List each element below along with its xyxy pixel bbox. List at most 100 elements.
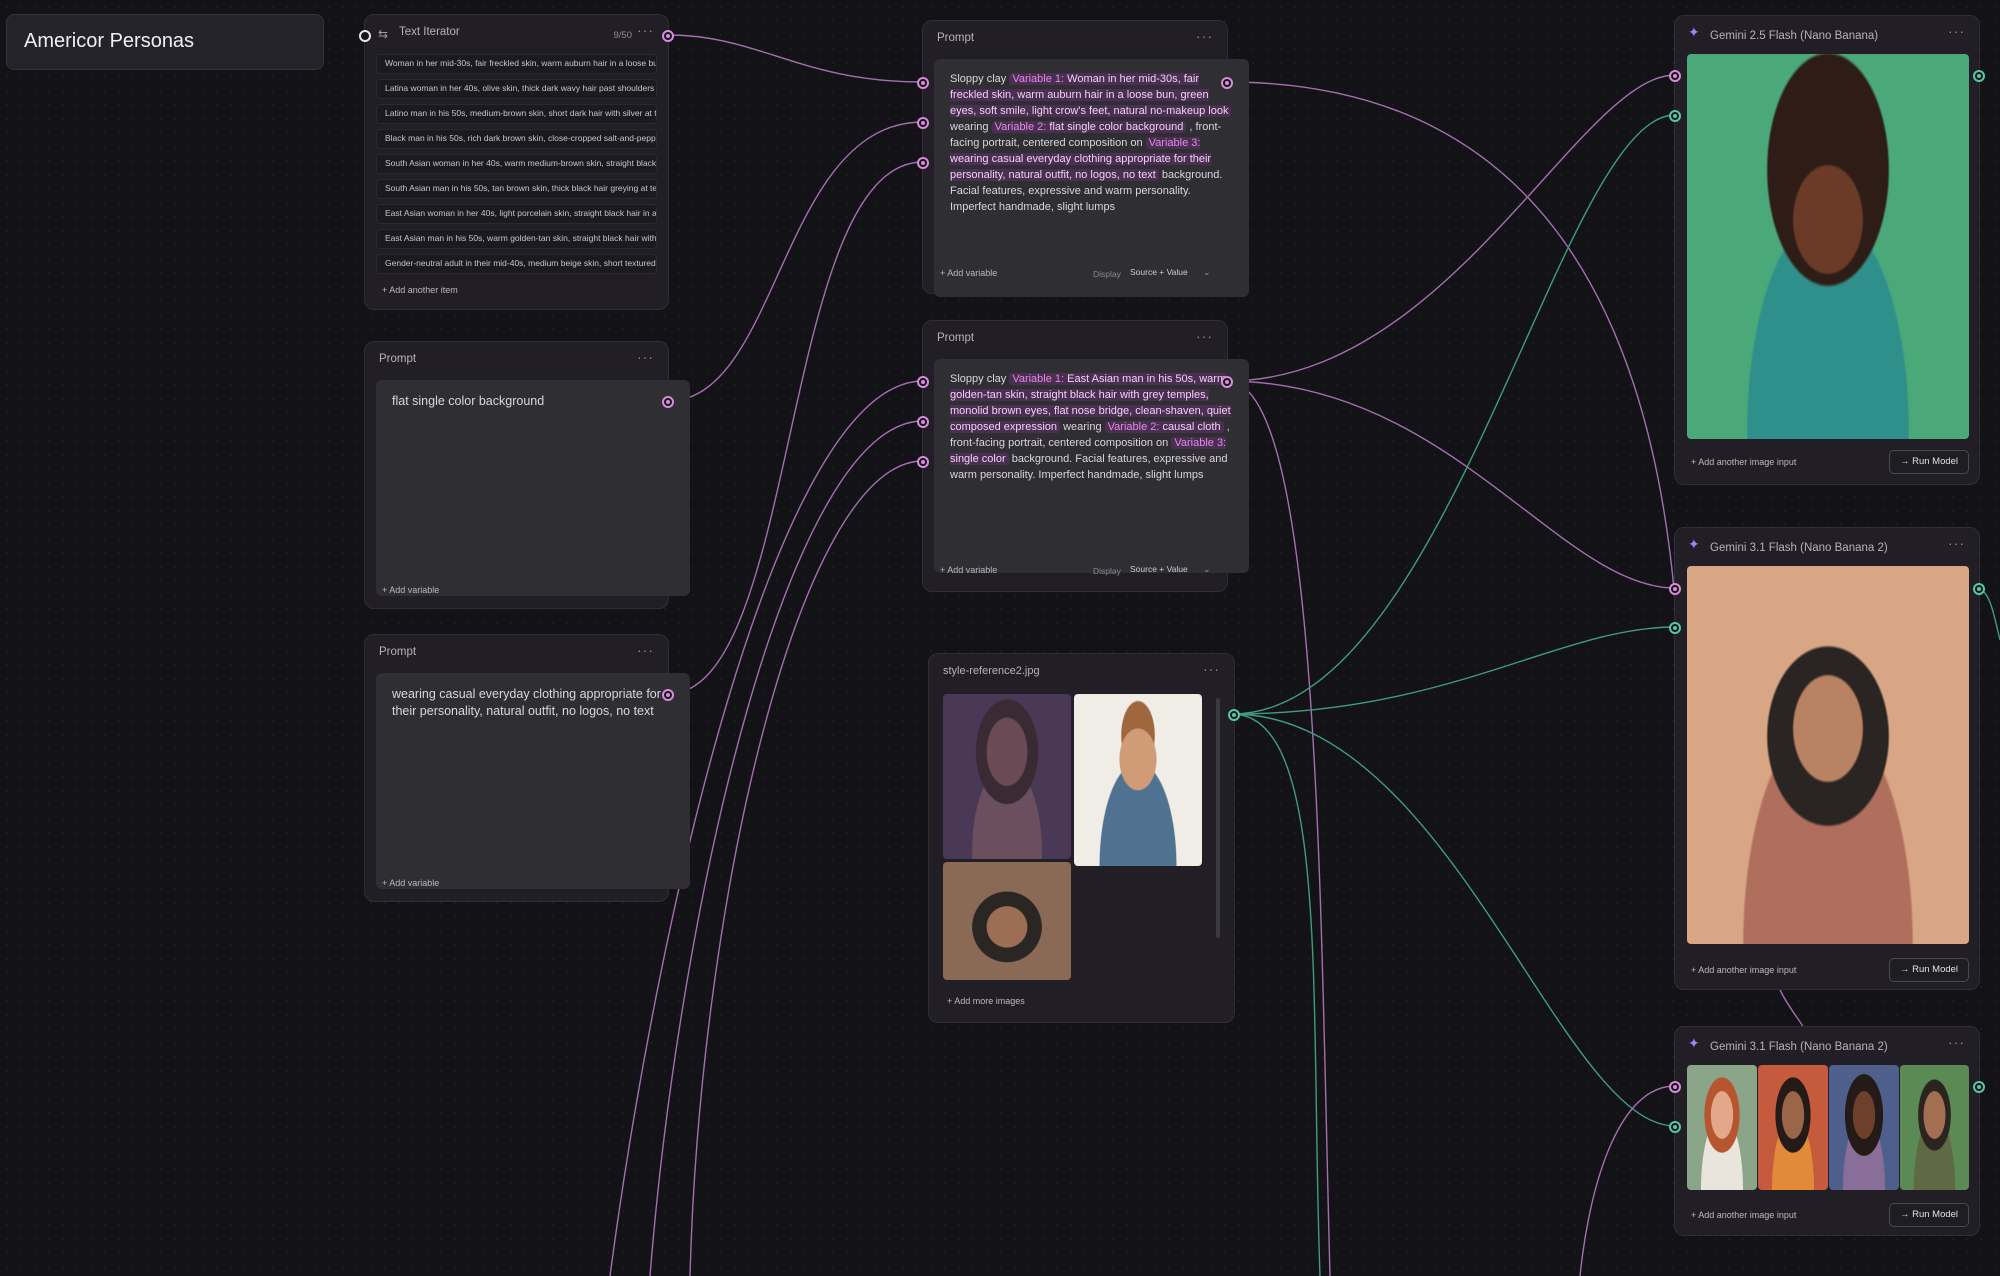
prompt-text-area[interactable]: flat single color background bbox=[376, 380, 690, 596]
more-options-icon[interactable]: ··· bbox=[1196, 28, 1213, 44]
prompt-output-port[interactable] bbox=[662, 396, 674, 408]
prompt-segment: wearing bbox=[1060, 421, 1105, 433]
wire bbox=[1579, 1085, 1676, 1276]
prompt-output-port[interactable] bbox=[1221, 77, 1233, 89]
list-item[interactable]: South Asian woman in her 40s, warm mediu… bbox=[376, 154, 657, 174]
generated-image[interactable] bbox=[1758, 1065, 1828, 1190]
generated-image[interactable] bbox=[1687, 566, 1969, 944]
prompt-node-main-1[interactable]: Prompt ··· Sloppy clay Variable 1: Woman… bbox=[917, 20, 1249, 297]
wire bbox=[1977, 588, 2000, 641]
more-options-icon[interactable]: ··· bbox=[1196, 328, 1213, 344]
generated-image[interactable] bbox=[1900, 1065, 1969, 1190]
node-title: Prompt bbox=[379, 646, 417, 658]
more-options-icon[interactable]: ··· bbox=[1948, 535, 1965, 551]
prompt-input-port[interactable] bbox=[1669, 583, 1681, 595]
prompt-input-port[interactable] bbox=[1669, 70, 1681, 82]
image-output-port[interactable] bbox=[1973, 1081, 1985, 1093]
iterator-output-port[interactable] bbox=[662, 30, 674, 42]
add-images-button[interactable]: + Add more images bbox=[947, 996, 1025, 1006]
wire bbox=[667, 161, 924, 695]
variable-3-input-port[interactable] bbox=[917, 456, 929, 468]
node-title: Prompt bbox=[379, 353, 417, 365]
wire bbox=[1231, 626, 1676, 715]
run-model-button[interactable]: → Run Model bbox=[1889, 1203, 1969, 1227]
wire bbox=[667, 34, 924, 83]
image-input-port[interactable] bbox=[1669, 1121, 1681, 1133]
list-item[interactable]: East Asian man in his 50s, warm golden-t… bbox=[376, 229, 657, 249]
more-options-icon[interactable]: ··· bbox=[637, 642, 654, 658]
chevron-down-icon[interactable]: ⌄ bbox=[1203, 564, 1211, 575]
add-item-button[interactable]: + Add another item bbox=[382, 285, 458, 295]
node-title: Gemini 3.1 Flash (Nano Banana 2) bbox=[1710, 542, 1888, 554]
text-iterator-node[interactable]: ⇆ Text Iterator 9/50 ··· Woman in her mi… bbox=[359, 14, 674, 310]
wire bbox=[1231, 114, 1676, 715]
arrow-right-icon: → bbox=[1899, 964, 1913, 975]
prompt-text-area[interactable]: Sloppy clay Variable 1: East Asian man i… bbox=[934, 359, 1249, 573]
wire bbox=[1226, 74, 1676, 382]
list-item[interactable]: Latino man in his 50s, medium-brown skin… bbox=[376, 104, 657, 124]
variable-3-input-port[interactable] bbox=[917, 157, 929, 169]
generated-image[interactable] bbox=[1829, 1065, 1899, 1190]
list-item[interactable]: South Asian man in his 50s, tan brown sk… bbox=[376, 179, 657, 199]
run-model-button[interactable]: → Run Model bbox=[1889, 450, 1969, 474]
prompt-segment: Sloppy clay bbox=[950, 373, 1010, 385]
variable-1-input-port[interactable] bbox=[917, 376, 929, 388]
scrollbar[interactable] bbox=[1216, 698, 1220, 938]
model-node-1[interactable]: ✦ Gemini 2.5 Flash (Nano Banana) ··· + A… bbox=[1669, 15, 1985, 485]
list-item[interactable]: Gender-neutral adult in their mid-40s, m… bbox=[376, 254, 657, 274]
prompt-input-port[interactable] bbox=[1669, 1081, 1681, 1093]
add-image-input-button[interactable]: + Add another image input bbox=[1691, 457, 1796, 467]
reference-image-2[interactable] bbox=[1074, 694, 1202, 866]
image-output-port[interactable] bbox=[1973, 70, 1985, 82]
model-node-2[interactable]: ✦ Gemini 3.1 Flash (Nano Banana 2) ··· +… bbox=[1669, 527, 1985, 990]
variable-chip-2[interactable]: Variable 2: flat single color background bbox=[991, 121, 1187, 133]
model-node-3[interactable]: ✦ Gemini 3.1 Flash (Nano Banana 2) ··· +… bbox=[1669, 1026, 1985, 1236]
generated-image[interactable] bbox=[1687, 54, 1969, 439]
add-image-input-button[interactable]: + Add another image input bbox=[1691, 965, 1796, 975]
add-variable-button[interactable]: + Add variable bbox=[940, 268, 997, 278]
add-variable-button[interactable]: + Add variable bbox=[940, 565, 997, 575]
more-options-icon[interactable]: ··· bbox=[637, 349, 654, 365]
add-image-input-button[interactable]: + Add another image input bbox=[1691, 1210, 1796, 1220]
prompt-node-background[interactable]: Prompt ··· flat single color background … bbox=[364, 341, 690, 609]
more-options-icon[interactable]: ··· bbox=[1948, 23, 1965, 39]
reference-image-3[interactable] bbox=[943, 862, 1071, 980]
canvas-title[interactable]: Americor Personas bbox=[6, 14, 324, 70]
generated-image[interactable] bbox=[1687, 1065, 1757, 1190]
variable-2-input-port[interactable] bbox=[917, 117, 929, 129]
add-variable-button[interactable]: + Add variable bbox=[382, 878, 439, 888]
prompt-output-port[interactable] bbox=[662, 689, 674, 701]
more-options-icon[interactable]: ··· bbox=[1203, 661, 1220, 677]
prompt-text-area[interactable]: wearing casual everyday clothing appropr… bbox=[376, 673, 690, 889]
list-item[interactable]: East Asian woman in her 40s, light porce… bbox=[376, 204, 657, 224]
variable-1-input-port[interactable] bbox=[917, 77, 929, 89]
variable-2-input-port[interactable] bbox=[917, 416, 929, 428]
more-options-icon[interactable]: ··· bbox=[1948, 1034, 1965, 1050]
add-variable-button[interactable]: + Add variable bbox=[382, 585, 439, 595]
chevron-down-icon[interactable]: ⌄ bbox=[1203, 267, 1211, 278]
prompt-text-area[interactable]: Sloppy clay Variable 1: Woman in her mid… bbox=[934, 59, 1249, 297]
image-node-style-reference[interactable]: style-reference2.jpg ··· + Add more imag… bbox=[928, 653, 1240, 1023]
iterator-count: 9/50 bbox=[613, 30, 633, 41]
image-output-port[interactable] bbox=[1228, 709, 1240, 721]
prompt-node-clothing[interactable]: Prompt ··· wearing casual everyday cloth… bbox=[364, 634, 690, 902]
run-model-button[interactable]: → Run Model bbox=[1889, 958, 1969, 982]
sparkle-icon: ✦ bbox=[1688, 1035, 1700, 1051]
prompt-node-main-2[interactable]: Prompt ··· Sloppy clay Variable 1: East … bbox=[917, 320, 1249, 592]
image-input-port[interactable] bbox=[1669, 622, 1681, 634]
image-input-port[interactable] bbox=[1669, 110, 1681, 122]
iterator-input-port[interactable] bbox=[359, 30, 371, 42]
variable-chip-2[interactable]: Variable 2: causal cloth bbox=[1104, 421, 1224, 433]
wire bbox=[1226, 81, 1676, 601]
list-item[interactable]: Black man in his 50s, rich dark brown sk… bbox=[376, 129, 657, 149]
reference-image-1[interactable] bbox=[943, 694, 1071, 859]
display-select[interactable]: Source + Value bbox=[1130, 267, 1188, 277]
wire bbox=[1779, 989, 1806, 1031]
display-select[interactable]: Source + Value bbox=[1130, 564, 1188, 574]
list-item[interactable]: Woman in her mid-30s, fair freckled skin… bbox=[376, 54, 657, 74]
prompt-output-port[interactable] bbox=[1221, 376, 1233, 388]
list-item[interactable]: Latina woman in her 40s, olive skin, thi… bbox=[376, 79, 657, 99]
more-options-icon[interactable]: ··· bbox=[637, 22, 654, 38]
image-output-port[interactable] bbox=[1973, 583, 1985, 595]
node-title: Gemini 3.1 Flash (Nano Banana 2) bbox=[1710, 1041, 1888, 1053]
